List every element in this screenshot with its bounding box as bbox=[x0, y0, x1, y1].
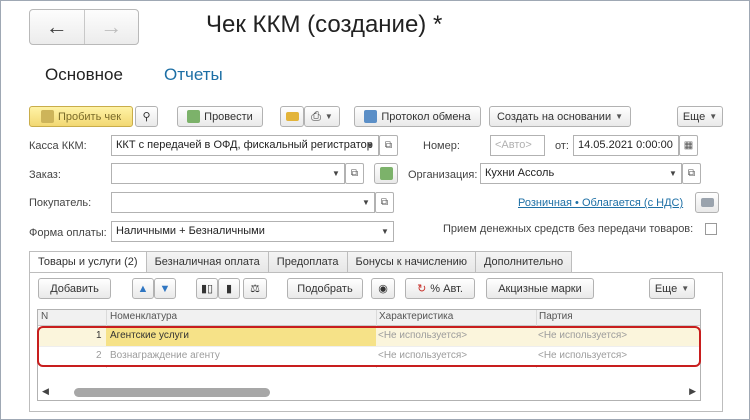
card-icon bbox=[700, 198, 714, 207]
receipt-icon bbox=[40, 110, 54, 123]
post-icon bbox=[187, 110, 201, 123]
chevron-down-icon: ▼ bbox=[615, 112, 624, 121]
chevron-down-icon[interactable]: ▼ bbox=[377, 222, 393, 241]
magnifier-icon: ⚲ bbox=[142, 111, 151, 123]
post-button[interactable]: Провести bbox=[177, 106, 263, 127]
order-field[interactable]: ▼ bbox=[111, 163, 345, 184]
register-field[interactable]: ККТ с передачей в ОФД, фискальный регист… bbox=[111, 135, 379, 156]
scanner-icon: ▮ bbox=[225, 283, 233, 295]
payment-label: Форма оплаты: bbox=[29, 227, 107, 239]
arrow-down-icon: ▼ bbox=[159, 282, 171, 295]
col-header-nomenclature[interactable]: Номенклатура bbox=[110, 311, 177, 322]
fill-by-order-button[interactable] bbox=[374, 163, 398, 184]
add-button[interactable]: Добавить bbox=[38, 278, 111, 299]
open-buyer-button[interactable]: ⧉ bbox=[375, 192, 394, 213]
scroll-right-icon[interactable]: ▶ bbox=[689, 386, 696, 397]
calendar-button[interactable]: ▦ bbox=[679, 135, 698, 156]
organization-field[interactable]: Кухни Ассоль ▼ bbox=[480, 163, 682, 184]
open-order-button[interactable]: ⧉ bbox=[345, 163, 364, 184]
more-button[interactable]: Еще ▼ bbox=[677, 106, 723, 127]
tab-reports[interactable]: Отчеты bbox=[164, 65, 223, 85]
chevron-down-icon[interactable]: ▼ bbox=[358, 193, 374, 212]
highlight-annotation bbox=[37, 326, 701, 367]
open-register-button[interactable]: ⧉ bbox=[379, 135, 398, 156]
arrow-right-icon: → bbox=[100, 14, 123, 39]
tab-prepayment[interactable]: Предоплата bbox=[267, 251, 348, 273]
arrow-left-icon: ← bbox=[45, 14, 68, 39]
tab-goods[interactable]: Товары и услуги (2) bbox=[29, 251, 147, 274]
search-button[interactable]: ⚲ bbox=[135, 106, 158, 127]
open-icon: ⧉ bbox=[384, 140, 393, 151]
tax-mode-link[interactable]: Розничная • Облагается (с НДС) bbox=[518, 197, 683, 209]
scroll-left-icon[interactable]: ◀ bbox=[42, 386, 49, 397]
move-down-button[interactable]: ▼ bbox=[154, 278, 176, 299]
calendar-icon: ▦ bbox=[683, 140, 694, 151]
chevron-down-icon[interactable]: ▼ bbox=[665, 164, 681, 183]
view-button[interactable]: ◉ bbox=[371, 278, 395, 299]
payment-terminal-button[interactable] bbox=[695, 192, 719, 213]
chevron-down-icon[interactable]: ▼ bbox=[328, 164, 344, 183]
number-field[interactable]: <Авто> bbox=[490, 135, 545, 156]
scale-icon: ⚖ bbox=[250, 283, 260, 295]
organization-label: Организация: bbox=[408, 169, 478, 181]
horizontal-scrollbar[interactable]: ◀ ▶ bbox=[38, 384, 700, 400]
chevron-down-icon[interactable]: ▼ bbox=[362, 136, 378, 155]
barcode-icon: ▮▯ bbox=[200, 283, 214, 295]
mail-button[interactable] bbox=[280, 106, 304, 127]
scan-button[interactable]: ▮ bbox=[218, 278, 240, 299]
tab-cashless[interactable]: Безналичная оплата bbox=[145, 251, 269, 273]
envelope-icon bbox=[285, 112, 299, 121]
print-button[interactable]: ⎙ ▼ bbox=[304, 106, 340, 127]
register-label: Касса ККМ: bbox=[29, 140, 87, 152]
page-title: Чек ККМ (создание) * bbox=[206, 11, 443, 38]
auto-discount-button[interactable]: ↻ % Авт. bbox=[405, 278, 475, 299]
printer-icon: ⎙ bbox=[311, 109, 321, 123]
nav-buttons: ← → bbox=[29, 9, 139, 45]
order-label: Заказ: bbox=[29, 169, 61, 181]
chevron-down-icon: ▼ bbox=[709, 112, 718, 121]
chevron-down-icon: ▼ bbox=[324, 112, 333, 121]
number-label: Номер: bbox=[423, 140, 460, 152]
payment-field[interactable]: Наличными + Безналичными ▼ bbox=[111, 221, 394, 242]
col-header-characteristic[interactable]: Характеристика bbox=[379, 311, 453, 322]
col-header-batch[interactable]: Партия bbox=[539, 311, 573, 322]
tab-additional[interactable]: Дополнительно bbox=[474, 251, 573, 273]
buyer-label: Покупатель: bbox=[29, 197, 92, 209]
move-up-button[interactable]: ▲ bbox=[132, 278, 154, 299]
no-cash-label: Прием денежных средств без передачи това… bbox=[443, 223, 694, 235]
create-based-on-button[interactable]: Создать на основании ▼ bbox=[489, 106, 631, 127]
scroll-thumb[interactable] bbox=[74, 388, 270, 397]
excise-marks-button[interactable]: Акцизные марки bbox=[486, 278, 594, 299]
open-icon: ⧉ bbox=[380, 197, 389, 208]
chevron-down-icon: ▼ bbox=[681, 284, 690, 293]
fill-icon bbox=[379, 167, 393, 180]
no-cash-checkbox[interactable] bbox=[705, 223, 717, 235]
open-icon: ⧉ bbox=[350, 168, 359, 179]
back-button[interactable]: ← bbox=[30, 10, 85, 44]
open-organization-button[interactable]: ⧉ bbox=[682, 163, 701, 184]
col-header-n[interactable]: N bbox=[41, 311, 48, 322]
buyer-field[interactable]: ▼ bbox=[111, 192, 375, 213]
tab-main[interactable]: Основное bbox=[45, 65, 123, 85]
exchange-log-button[interactable]: Протокол обмена bbox=[354, 106, 481, 127]
document-tabs: Товары и услуги (2) Безналичная оплата П… bbox=[29, 251, 573, 274]
forward-button[interactable]: → bbox=[85, 10, 139, 44]
exchange-icon bbox=[364, 110, 378, 123]
open-icon: ⧉ bbox=[687, 168, 696, 179]
date-field[interactable]: 14.05.2021 0:00:00 bbox=[573, 135, 679, 156]
arrow-up-icon: ▲ bbox=[137, 282, 149, 295]
refresh-icon: ↻ bbox=[417, 283, 427, 295]
date-label: от: bbox=[555, 140, 569, 152]
document-window: ← → Чек ККМ (создание) * Основное Отчеты… bbox=[0, 0, 750, 420]
barcode-button[interactable]: ▮▯ bbox=[196, 278, 218, 299]
pick-button[interactable]: Подобрать bbox=[287, 278, 363, 299]
punch-check-button[interactable]: Пробить чек bbox=[29, 106, 133, 127]
scale-button[interactable]: ⚖ bbox=[243, 278, 267, 299]
table-more-button[interactable]: Еще ▼ bbox=[649, 278, 695, 299]
table-header: N Номенклатура Характеристика Партия bbox=[38, 310, 700, 326]
tab-bonuses[interactable]: Бонусы к начислению bbox=[346, 251, 476, 273]
eye-icon: ◉ bbox=[378, 283, 388, 295]
